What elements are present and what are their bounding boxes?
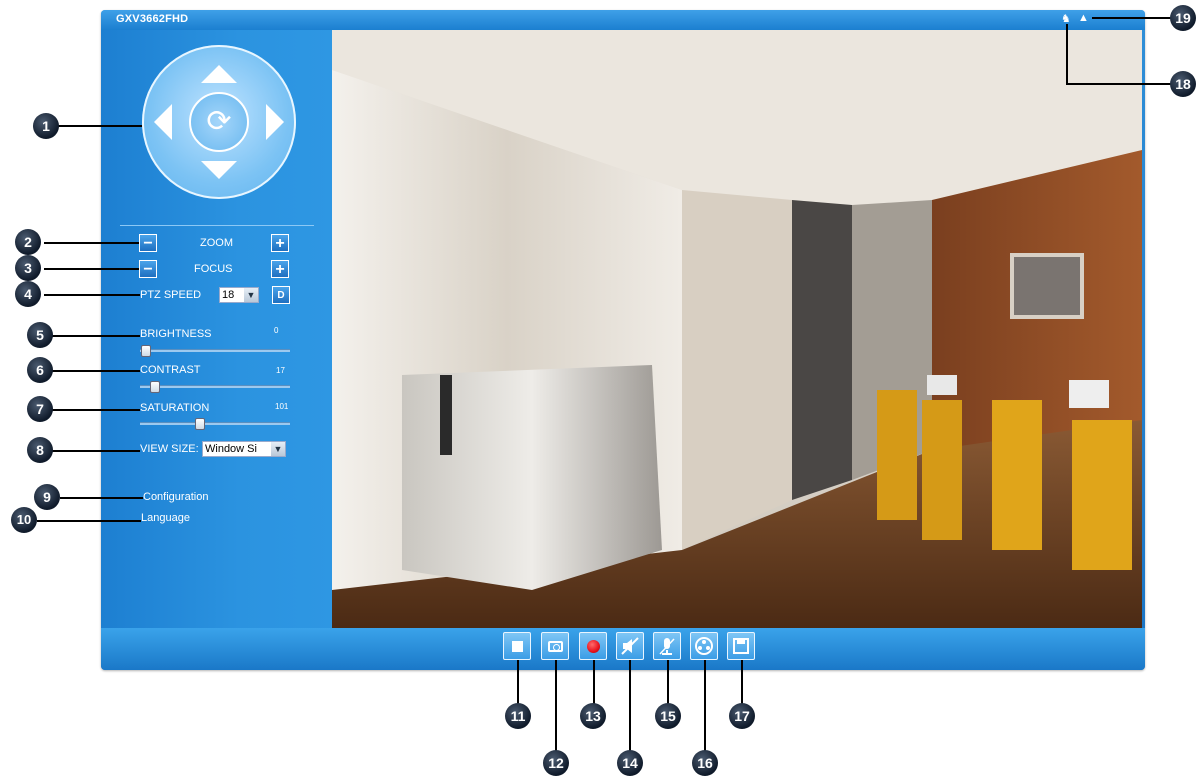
callout-leader (629, 660, 631, 757)
saturation-label: SATURATION (140, 402, 210, 414)
brightness-slider-thumb[interactable] (141, 345, 151, 357)
stop-icon (512, 641, 523, 652)
callout-leader (44, 294, 140, 296)
sidebar-divider (120, 225, 314, 226)
callout-leader (667, 660, 669, 708)
callout-badge: 17 (729, 703, 755, 729)
view-size-value: Window Si (205, 443, 257, 455)
contrast-slider-thumb[interactable] (150, 381, 160, 393)
callout-leader (58, 125, 142, 127)
callout-badge: 9 (34, 484, 60, 510)
language-link[interactable]: Language (141, 512, 190, 524)
camera-image (332, 30, 1142, 628)
view-size-label: VIEW SIZE: (140, 443, 199, 455)
callout-badge: 6 (27, 357, 53, 383)
callout-badge: 7 (27, 396, 53, 422)
speaker-mute-icon (621, 637, 639, 655)
callout-badge: 12 (543, 750, 569, 776)
saturation-slider-thumb[interactable] (195, 418, 205, 430)
ptz-speed-value: 18 (222, 289, 235, 301)
snapshot-button[interactable] (541, 632, 569, 660)
callout-leader (704, 660, 706, 757)
playback-button[interactable] (690, 632, 718, 660)
bell-icon: ▲ (1078, 12, 1089, 24)
callout-leader (1092, 17, 1172, 19)
record-icon (587, 640, 600, 653)
microphone-button[interactable] (653, 632, 681, 660)
contrast-label: CONTRAST (140, 364, 201, 376)
chevron-down-icon: ▼ (244, 288, 258, 302)
callout-badge: 11 (505, 703, 531, 729)
saturation-slider-track[interactable] (140, 422, 290, 425)
callout-badge: 19 (1170, 5, 1196, 31)
ptz-left-arrow-icon[interactable] (154, 104, 172, 140)
callout-leader (44, 242, 139, 244)
ptz-up-arrow-icon[interactable] (201, 65, 237, 83)
chevron-down-icon: ▼ (271, 442, 285, 456)
film-reel-icon (695, 637, 713, 655)
ptz-speed-label: PTZ SPEED (140, 289, 202, 301)
zoom-in-button[interactable]: + (271, 234, 289, 252)
callout-leader (52, 335, 140, 337)
callout-leader (44, 268, 139, 270)
callout-leader (52, 370, 140, 372)
callout-badge: 10 (11, 507, 37, 533)
callout-badge: 13 (580, 703, 606, 729)
callout-leader (37, 520, 141, 522)
callout-leader (741, 660, 743, 708)
ptz-right-arrow-icon[interactable] (266, 104, 284, 140)
ptz-auto-rotate-button[interactable]: ⟳ (189, 92, 249, 152)
callout-badge: 16 (692, 750, 718, 776)
floppy-disk-icon (733, 638, 749, 654)
callout-badge: 14 (617, 750, 643, 776)
callout-leader (593, 660, 595, 708)
live-video-view (332, 30, 1142, 628)
callout-badge: 1 (33, 113, 59, 139)
brightness-slider-track[interactable] (140, 349, 290, 352)
brightness-label: BRIGHTNESS (140, 328, 212, 340)
ptz-control-pad: ⟳ (142, 45, 296, 199)
window-title: GXV3662FHD (116, 13, 189, 25)
microphone-icon (659, 638, 675, 655)
callout-badge: 5 (27, 322, 53, 348)
stop-button[interactable] (503, 632, 531, 660)
callout-leader (60, 497, 143, 499)
callout-badge: 2 (15, 229, 41, 255)
callout-badge: 15 (655, 703, 681, 729)
lens-icon (553, 644, 560, 651)
contrast-value: 17 (276, 366, 285, 375)
callout-leader (52, 450, 140, 452)
brightness-value: 0 (274, 326, 279, 335)
callout-leader (52, 409, 140, 411)
callout-leader (555, 660, 557, 757)
saturation-value: 101 (275, 402, 289, 411)
callout-leader (517, 660, 519, 708)
focus-in-button[interactable]: + (271, 260, 289, 278)
record-button[interactable] (579, 632, 607, 660)
callout-badge: 8 (27, 437, 53, 463)
title-bar (101, 10, 1145, 30)
callout-badge: 3 (15, 255, 41, 281)
focus-label: FOCUS (194, 263, 233, 275)
ptz-down-arrow-icon[interactable] (201, 161, 237, 179)
configuration-link[interactable]: Configuration (143, 491, 208, 503)
contrast-slider-track[interactable] (140, 385, 290, 388)
callout-leader (1066, 83, 1171, 85)
ptz-speed-default-button[interactable]: D (272, 286, 290, 304)
mute-button[interactable] (616, 632, 644, 660)
zoom-out-button[interactable]: − (139, 234, 157, 252)
save-button[interactable] (727, 632, 755, 660)
zoom-label: ZOOM (200, 237, 233, 249)
view-size-select[interactable]: Window Si ▼ (202, 441, 286, 457)
ptz-speed-select[interactable]: 18 ▼ (219, 287, 259, 303)
callout-leader (1066, 24, 1068, 84)
callout-badge: 18 (1170, 71, 1196, 97)
focus-out-button[interactable]: − (139, 260, 157, 278)
callout-badge: 4 (15, 281, 41, 307)
